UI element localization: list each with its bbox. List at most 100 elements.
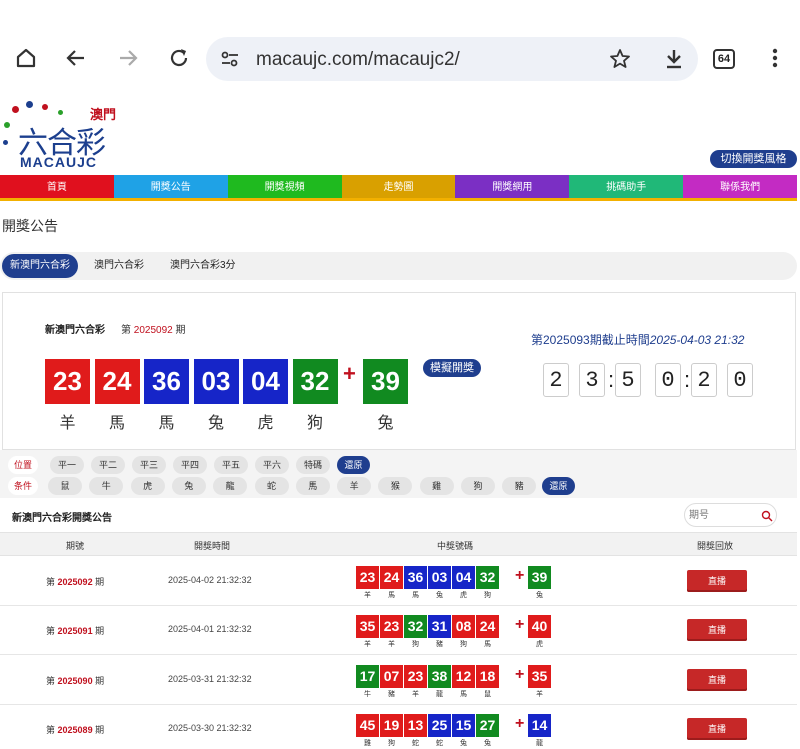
logo-dot bbox=[3, 140, 8, 145]
ball-zodiac: 虎 bbox=[257, 415, 274, 432]
position-chip[interactable]: 平六 bbox=[255, 456, 289, 474]
zodiac-chip[interactable]: 牛 bbox=[89, 477, 124, 495]
live-replay-button[interactable]: 直播 bbox=[687, 668, 747, 691]
position-chip[interactable]: 平五 bbox=[214, 456, 248, 474]
zodiac-chip[interactable]: 羊 bbox=[337, 477, 372, 495]
nav-item[interactable]: 開獎網用 bbox=[455, 175, 570, 198]
switch-style-button[interactable]: 切換開獎風格 bbox=[710, 150, 797, 168]
tab-new-macau[interactable]: 新澳門六合彩 bbox=[2, 254, 78, 278]
nav-item[interactable]: 開獎公告 bbox=[113, 175, 228, 198]
issue-search-input[interactable] bbox=[689, 507, 759, 523]
forward-arrow-icon[interactable] bbox=[110, 40, 146, 76]
lottery-ball: 38 bbox=[428, 664, 451, 688]
ball-zodiac: 兔 bbox=[377, 415, 394, 432]
ball-zodiac: 馬 bbox=[108, 415, 125, 432]
countdown-digit: 0 bbox=[655, 363, 681, 397]
lottery-ball: 19 bbox=[380, 713, 403, 737]
zodiac-chip[interactable]: 兔 bbox=[171, 477, 206, 495]
position-chip[interactable]: 平四 bbox=[173, 456, 207, 474]
ball-zodiac: 狗 bbox=[484, 592, 491, 599]
search-icon[interactable] bbox=[761, 509, 773, 527]
countdown-digit: 0 bbox=[727, 363, 753, 397]
live-replay-button[interactable]: 直播 bbox=[687, 570, 747, 592]
reset-position-button[interactable]: 還原 bbox=[337, 456, 370, 474]
zodiac-chip[interactable]: 鼠 bbox=[48, 477, 82, 495]
position-chip[interactable]: 特碼 bbox=[296, 456, 330, 474]
bookmark-star-icon[interactable] bbox=[608, 47, 632, 76]
browser-toolbar: macaujc.com/macaujc2/ 64 bbox=[0, 0, 800, 90]
tab-macau[interactable]: 澳門六合彩 bbox=[86, 254, 152, 278]
lottery-ball: 15 bbox=[452, 713, 475, 737]
next-draw-prefix: 第2025093期截止時間 bbox=[531, 333, 650, 347]
ball-zodiac: 馬 bbox=[460, 690, 467, 698]
table-row: 第 2025091 期 2025-04-01 21:32:32 35 羊 23 羊 32 狗 3… bbox=[0, 606, 797, 656]
reload-icon[interactable] bbox=[161, 40, 197, 76]
next-draw-deadline: 第2025093期截止時間2025-04-03 21:32 bbox=[531, 331, 744, 348]
special-ball: 39 bbox=[528, 566, 551, 589]
back-arrow-icon[interactable] bbox=[58, 40, 94, 76]
lottery-ball: 32 bbox=[292, 359, 338, 404]
issue-suffix: 期 bbox=[95, 724, 105, 735]
live-replay-button[interactable]: 直播 bbox=[687, 717, 747, 740]
lottery-ball: 23 bbox=[45, 359, 90, 404]
ball-zodiac: 虎 bbox=[460, 592, 467, 599]
home-icon[interactable] bbox=[8, 40, 44, 76]
page-title: 開獎公告 bbox=[2, 218, 58, 234]
url-text[interactable]: macaujc.com/macaujc2/ bbox=[256, 49, 460, 71]
zodiac-chip[interactable]: 馬 bbox=[295, 477, 330, 495]
lottery-ball: 03 bbox=[428, 566, 451, 589]
zodiac-chip[interactable]: 狗 bbox=[461, 477, 495, 495]
reset-zodiac-button[interactable]: 還原 bbox=[542, 477, 575, 495]
lottery-ball: 18 bbox=[476, 664, 499, 688]
lottery-ball: 32 bbox=[404, 615, 427, 639]
site-logo[interactable]: 澳門 六合彩 MACAUJC bbox=[0, 96, 140, 176]
lottery-ball: 31 bbox=[428, 615, 451, 639]
ball-zodiac: 馬 bbox=[158, 415, 175, 432]
zodiac-chip[interactable]: 雞 bbox=[419, 477, 454, 495]
zodiac-chip[interactable]: 猴 bbox=[378, 477, 413, 495]
position-chip[interactable]: 平三 bbox=[132, 456, 166, 474]
tab-switcher-button[interactable]: 64 bbox=[713, 49, 735, 69]
zodiac-chip[interactable]: 蛇 bbox=[254, 477, 289, 495]
ball-zodiac: 蛇 bbox=[436, 739, 443, 747]
nav-item[interactable]: 走勢圖 bbox=[341, 175, 456, 198]
zodiac-chip[interactable]: 龍 bbox=[213, 477, 248, 495]
ball-zodiac: 兔 bbox=[484, 739, 491, 747]
plus-sign: + bbox=[515, 714, 525, 732]
column-header-numbers: 中獎號碼 bbox=[437, 541, 474, 551]
row-issue: 第 2025089 期 bbox=[46, 723, 104, 736]
table-row: 第 2025092 期 2025-04-02 21:32:32 23 羊 24 馬 36 馬 0… bbox=[0, 557, 797, 606]
simulate-draw-button[interactable]: 模擬開獎 bbox=[423, 359, 481, 377]
issue-number: 2025092 bbox=[57, 577, 93, 587]
table-row: 第 2025089 期 2025-03-30 21:32:32 45 雞 19 狗 13 蛇 2… bbox=[0, 704, 797, 749]
history-title: 新澳門六合彩開獎公告 bbox=[12, 513, 112, 524]
lottery-ball: 08 bbox=[452, 615, 475, 639]
special-ball: 35 bbox=[528, 664, 551, 688]
countdown-digit: 2 bbox=[543, 363, 569, 397]
url-bar[interactable]: macaujc.com/macaujc2/ bbox=[206, 37, 698, 81]
zodiac-chip[interactable]: 豬 bbox=[502, 477, 537, 495]
position-chip[interactable]: 平一 bbox=[50, 456, 84, 474]
row-issue: 第 2025090 期 bbox=[46, 674, 104, 687]
tab-macau-3min[interactable]: 澳門六合彩3分 bbox=[162, 254, 244, 278]
logo-english-text: MACAUJC bbox=[20, 154, 97, 170]
countdown-digit: 2 bbox=[691, 363, 717, 397]
nav-item[interactable]: 挑碼助手 bbox=[569, 175, 684, 198]
issue-number: 2025089 bbox=[57, 724, 93, 735]
current-issue: 第 2025092 期 bbox=[121, 321, 186, 336]
special-ball: 40 bbox=[528, 615, 551, 639]
download-icon[interactable] bbox=[662, 47, 686, 76]
ball-zodiac: 虎 bbox=[536, 641, 543, 649]
ball-zodiac: 雞 bbox=[364, 739, 371, 747]
lottery-ball: 12 bbox=[452, 664, 475, 688]
zodiac-chip[interactable]: 虎 bbox=[130, 477, 165, 495]
ball-zodiac: 馬 bbox=[412, 592, 419, 599]
nav-item[interactable]: 開獎視頻 bbox=[227, 175, 342, 198]
more-menu-icon[interactable] bbox=[757, 40, 793, 76]
live-replay-button[interactable]: 直播 bbox=[687, 619, 747, 642]
ball-zodiac: 豬 bbox=[388, 690, 395, 698]
position-chip[interactable]: 平二 bbox=[91, 456, 125, 474]
site-settings-icon[interactable] bbox=[220, 49, 240, 74]
nav-item[interactable]: 聯係我們 bbox=[683, 175, 798, 198]
nav-item[interactable]: 首頁 bbox=[0, 175, 114, 198]
